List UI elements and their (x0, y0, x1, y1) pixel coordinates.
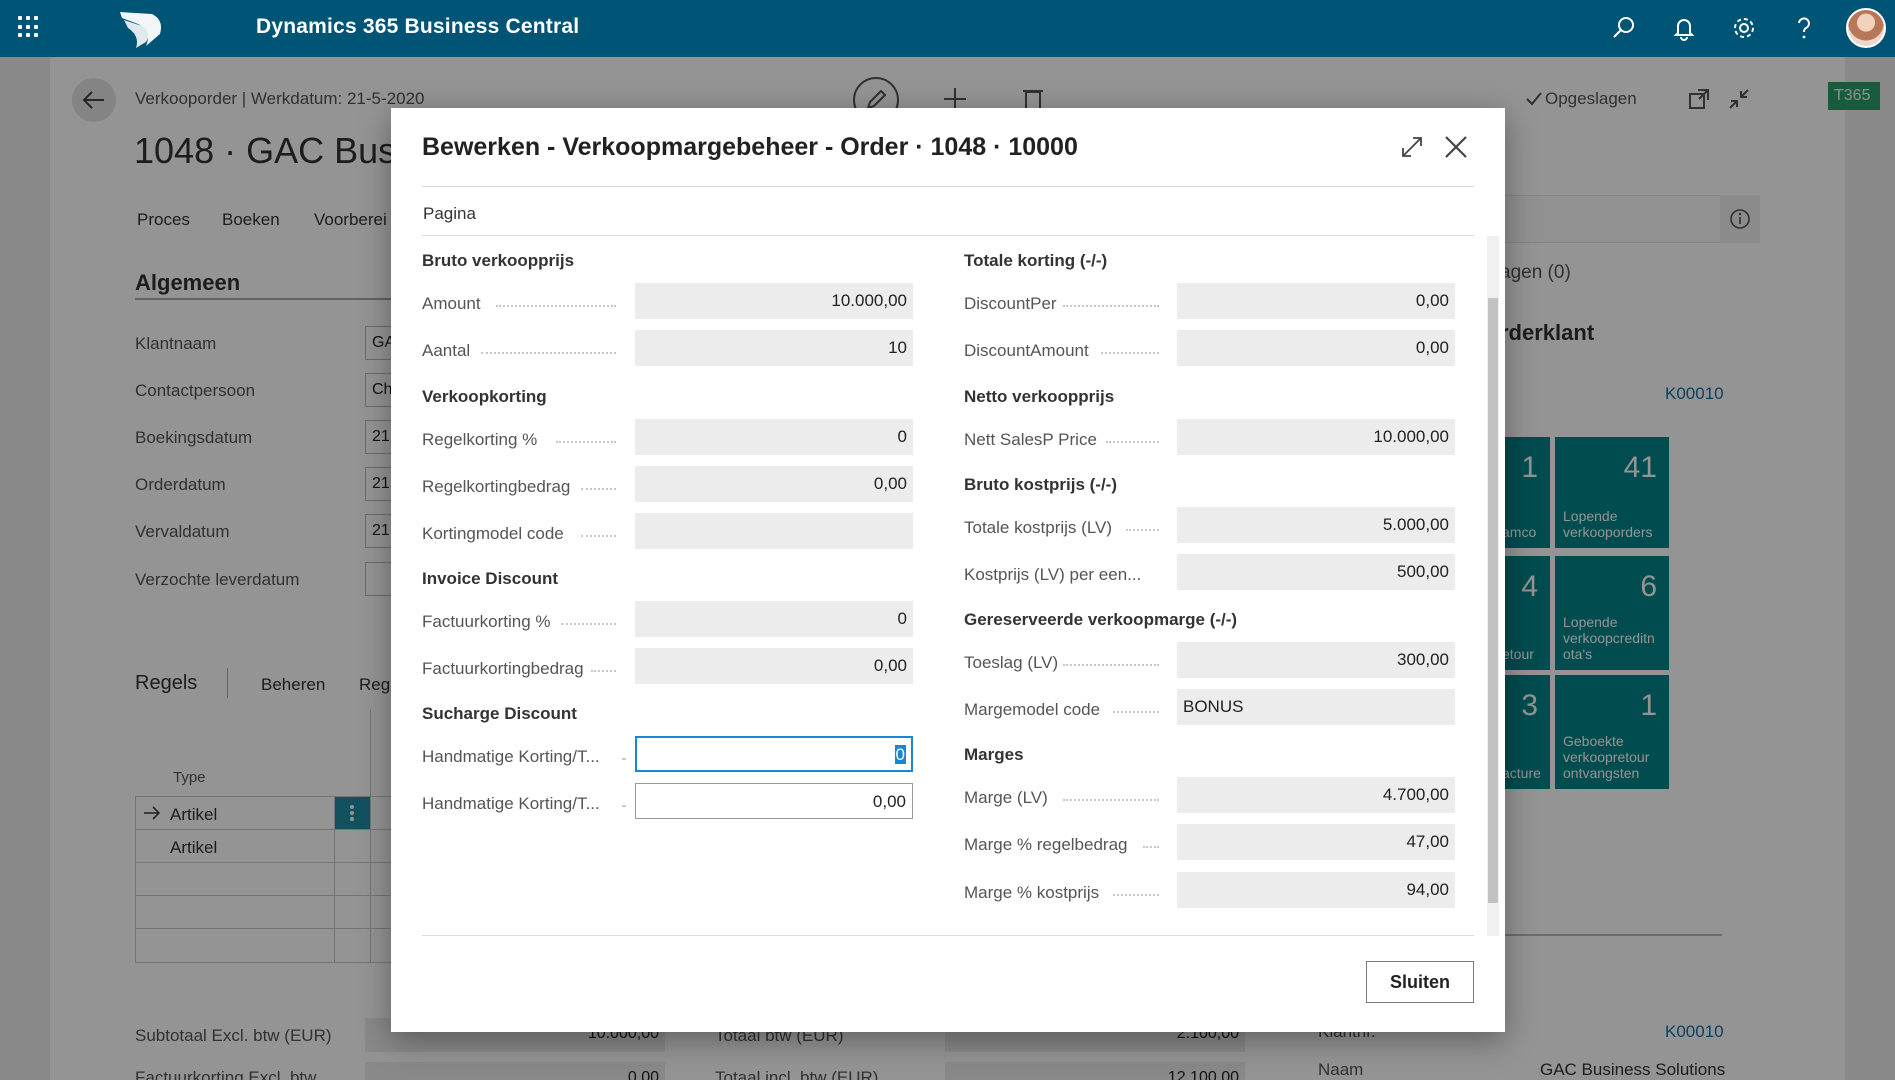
field-value-discount-amount: 0,00 (1177, 330, 1455, 366)
field-value-quantity: 10 (635, 330, 913, 366)
field-dot-leader (622, 805, 626, 807)
field-dot-leader (1063, 799, 1159, 801)
user-avatar[interactable] (1846, 8, 1886, 48)
field-dot-leader (581, 488, 616, 490)
field-label-invoice-discount-pct: Factuurkorting % (422, 612, 551, 631)
field-dot-leader (581, 535, 616, 537)
field-label-quantity: Aantal (422, 341, 471, 360)
group-header-net-sales-price: Netto verkoopprijs (964, 387, 1115, 406)
field-label-manual-discount-pct: Handmatige Korting/T... (422, 747, 600, 766)
group-header-reserved-margin: Gereserveerde verkoopmarge (-/-) (964, 610, 1238, 629)
field-dot-leader (1126, 529, 1159, 531)
top-navigation-bar: Dynamics 365 Business Central (0, 0, 1895, 57)
field-label-margin: Marge (LV) (964, 788, 1048, 807)
group-header-surcharge-discount: Sucharge Discount (422, 704, 577, 723)
field-input-manual-discount-pct[interactable]: 0 (635, 736, 913, 772)
field-label-invoice-discount-amount: Factuurkortingbedrag (422, 659, 584, 678)
group-header-total-discount: Totale korting (-/-) (964, 251, 1108, 270)
app-title: Dynamics 365 Business Central (256, 15, 580, 38)
field-label-discount-amount: DiscountAmount (964, 341, 1089, 360)
field-dot-leader (556, 441, 616, 443)
search-icon[interactable] (1610, 14, 1638, 42)
field-dot-leader (1106, 441, 1159, 443)
field-value-invoice-discount-amount: 0,00 (635, 648, 913, 684)
field-label-total-cost: Totale kostprijs (LV) (964, 518, 1113, 537)
field-label-margin-model-code: Margemodel code (964, 700, 1101, 719)
field-label-surcharge: Toeslag (LV) (964, 653, 1059, 672)
field-dot-leader (481, 352, 616, 354)
field-label-margin-pct-cost: Marge % kostprijs (964, 883, 1100, 902)
field-value-invoice-discount-pct: 0 (635, 601, 913, 637)
close-icon[interactable] (1443, 134, 1469, 160)
field-label-discount-per: DiscountPer (964, 294, 1057, 313)
field-dot-leader (591, 670, 616, 672)
bell-icon[interactable] (1670, 14, 1698, 42)
field-dot-leader (1143, 846, 1159, 848)
dialog-scrollbar-thumb[interactable] (1488, 298, 1498, 903)
field-label-line-discount-amount: Regelkortingbedrag (422, 477, 571, 496)
field-dot-leader (1113, 894, 1159, 896)
field-label-margin-pct-line: Marge % regelbedrag (964, 835, 1128, 854)
field-label-amount: Amount (422, 294, 481, 313)
field-value-total-cost: 5.000,00 (1177, 507, 1455, 543)
field-value-margin-pct-cost: 94,00 (1177, 872, 1455, 908)
dialog-tab-separator (422, 235, 1474, 236)
dialog-title: Bewerken - Verkoopmargebeheer - Order · … (422, 133, 1078, 161)
group-header-margins: Marges (964, 745, 1024, 764)
field-value-net-sales-price: 10.000,00 (1177, 419, 1455, 455)
field-label-line-discount-pct: Regelkorting % (422, 430, 538, 449)
field-input-manual-discount-amount[interactable]: 0,00 (635, 783, 913, 819)
field-dot-leader (1063, 664, 1159, 666)
field-label-net-sales-price: Nett SalesP Price (964, 430, 1097, 449)
dialog-footer-separator (422, 935, 1474, 936)
field-dot-leader (496, 305, 616, 307)
dynamics-logo-icon (120, 12, 161, 48)
expand-icon[interactable] (1401, 136, 1423, 158)
field-value-margin-model-code: BONUS (1177, 689, 1455, 725)
close-button[interactable]: Sluiten (1366, 961, 1474, 1003)
selected-text: 0 (894, 745, 906, 764)
app-launcher-icon[interactable] (18, 16, 40, 38)
margin-management-dialog: Bewerken - Verkoopmargebeheer - Order · … (391, 108, 1505, 1032)
group-header-sales-discount: Verkoopkorting (422, 387, 547, 406)
field-value-discount-model-code (635, 513, 913, 549)
group-header-gross-cost-price: Bruto kostprijs (-/-) (964, 475, 1117, 494)
dialog-title-separator (422, 186, 1474, 187)
field-label-unit-cost: Kostprijs (LV) per een... (964, 565, 1142, 584)
field-value-line-discount-amount: 0,00 (635, 466, 913, 502)
field-value-margin-pct-line: 47,00 (1177, 824, 1455, 860)
field-value-line-discount-pct: 0 (635, 419, 913, 455)
field-value-discount-per: 0,00 (1177, 283, 1455, 319)
tab-page[interactable]: Pagina (423, 204, 476, 224)
group-header-gross-sales-price: Bruto verkoopprijs (422, 251, 575, 270)
field-label-discount-model-code: Kortingmodel code (422, 524, 564, 543)
field-dot-leader (561, 623, 616, 625)
help-icon[interactable] (1790, 14, 1818, 42)
field-value-margin: 4.700,00 (1177, 777, 1455, 813)
field-dot-leader (622, 758, 626, 760)
field-value-amount: 10.000,00 (635, 283, 913, 319)
group-header-invoice-discount: Invoice Discount (422, 569, 559, 588)
field-dot-leader (1113, 711, 1159, 713)
field-dot-leader (1101, 352, 1159, 354)
gear-icon[interactable] (1730, 14, 1758, 42)
field-label-manual-discount-amount: Handmatige Korting/T... (422, 794, 600, 813)
field-value-unit-cost: 500,00 (1177, 554, 1455, 590)
field-dot-leader (1063, 305, 1159, 307)
field-value-surcharge: 300,00 (1177, 642, 1455, 678)
